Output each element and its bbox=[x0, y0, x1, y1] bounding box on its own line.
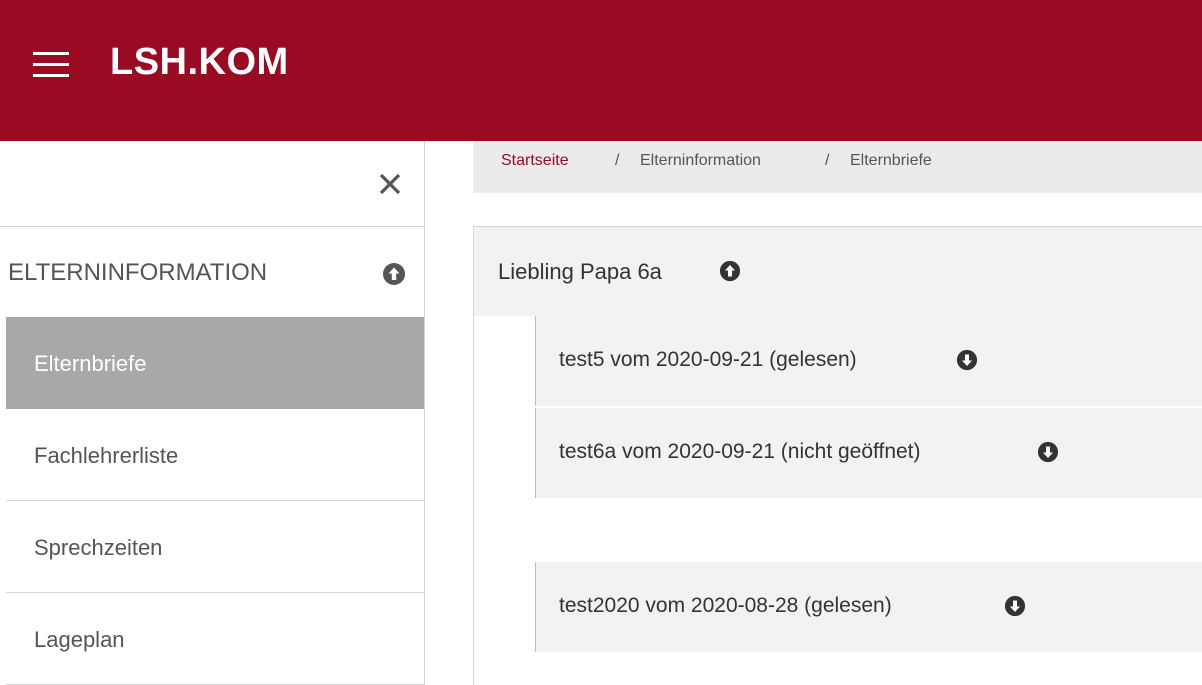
letter-title: test2020 vom 2020-08-28 (gelesen) bbox=[559, 594, 892, 617]
circle-arrow-down-icon[interactable] bbox=[956, 349, 978, 371]
breadcrumb-link-startseite[interactable]: Startseite bbox=[501, 152, 569, 170]
hamburger-icon[interactable] bbox=[33, 50, 69, 80]
breadcrumb-item-elterninformation[interactable]: Elterninformation bbox=[640, 152, 761, 170]
letter-item-test2020[interactable]: test2020 vom 2020-08-28 (gelesen) bbox=[535, 562, 1202, 652]
breadcrumb: Startseite / Elterninformation / Elternb… bbox=[473, 141, 1202, 193]
sidebar-item-label: Fachlehrerliste bbox=[34, 443, 179, 468]
sidebar-section-elterninformation[interactable]: ELTERNINFORMATION bbox=[0, 227, 424, 317]
close-icon[interactable] bbox=[378, 172, 402, 196]
group-title: Liebling Papa 6a bbox=[498, 259, 662, 284]
sidebar-item-label: Elternbriefe bbox=[34, 351, 147, 376]
circle-arrow-down-icon[interactable] bbox=[1037, 441, 1059, 463]
circle-arrow-up-icon[interactable] bbox=[382, 262, 406, 286]
sidebar-section-label: ELTERNINFORMATION bbox=[8, 259, 268, 286]
sidebar-item-elternbriefe[interactable]: Elternbriefe bbox=[6, 317, 424, 409]
sidebar-item-fachlehrerliste[interactable]: Fachlehrerliste bbox=[6, 409, 424, 501]
sidebar-item-label: Lageplan bbox=[34, 627, 125, 652]
sidebar-item-lageplan[interactable]: Lageplan bbox=[6, 593, 424, 685]
group-header[interactable]: Liebling Papa 6a bbox=[474, 227, 1202, 316]
sidebar-close-row bbox=[0, 141, 424, 227]
letter-indent-bar bbox=[535, 316, 536, 406]
brand-logo[interactable]: LSH.KOM bbox=[110, 41, 289, 84]
circle-arrow-up-icon[interactable] bbox=[719, 260, 741, 282]
top-bar: LSH.KOM bbox=[0, 0, 1202, 141]
letter-item-test6a[interactable]: test6a vom 2020-09-21 (nicht geöffnet) bbox=[535, 408, 1202, 498]
letter-title: test6a vom 2020-09-21 (nicht geöffnet) bbox=[559, 440, 921, 463]
elternbriefe-panel: Liebling Papa 6a test5 vom 2020-09-21 (g… bbox=[473, 226, 1202, 685]
breadcrumb-separator: / bbox=[825, 152, 830, 169]
sidebar-item-label: Sprechzeiten bbox=[34, 535, 163, 560]
letter-item-test5[interactable]: test5 vom 2020-09-21 (gelesen) bbox=[535, 316, 1202, 406]
letter-indent-bar bbox=[535, 408, 536, 498]
letter-indent-bar bbox=[535, 562, 536, 652]
letter-title: test5 vom 2020-09-21 (gelesen) bbox=[559, 348, 857, 371]
breadcrumb-separator: / bbox=[615, 152, 620, 169]
sidebar-item-sprechzeiten[interactable]: Sprechzeiten bbox=[6, 501, 424, 593]
breadcrumb-current-elternbriefe: Elternbriefe bbox=[850, 152, 932, 169]
sidebar: ELTERNINFORMATION Elternbriefe Fachlehre… bbox=[0, 141, 425, 685]
circle-arrow-down-icon[interactable] bbox=[1004, 595, 1026, 617]
